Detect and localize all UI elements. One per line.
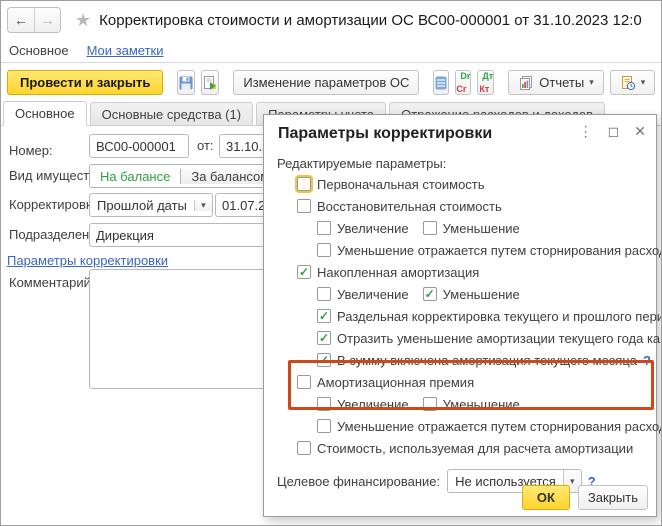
forward-button[interactable]: → [34,8,60,32]
chevron-down-icon[interactable]: ▾ [194,200,212,211]
replacement-storno-checkbox[interactable] [317,243,331,257]
correction-from-select[interactable]: Прошлой даты ▾ [89,193,213,217]
number-value: ВС00-000001 [96,139,176,154]
nav-main-label: Основное [9,43,69,58]
change-os-params-button[interactable]: Изменение параметров ОС [233,70,419,95]
help-link[interactable]: ? [643,353,651,368]
dialog-maximize-icon[interactable]: ◻ [608,124,620,138]
storno-current-year-checkbox[interactable] [317,331,331,345]
tab-osnovnoe[interactable]: Основное [3,101,87,126]
dialog-header: Параметры корректировки ⋮ ◻ ✕ [264,115,656,153]
dialog-menu-icon[interactable]: ⋮ [579,124,593,138]
register-icon [434,75,448,91]
number-label: Номер: [9,143,53,158]
title-bar: ← → ★ Корректировка стоимости и амортиза… [1,1,661,39]
bonus-decrease-label: Уменьшение [443,397,520,412]
replacement-increase-label: Увеличение [337,221,409,236]
current-month-included-checkbox[interactable] [317,353,331,367]
accumulated-depreciation-label: Накопленная амортизация [317,265,479,280]
correction-params-link[interactable]: Параметры корректировки [7,253,168,268]
target-financing-label: Целевое финансирование: [277,474,440,489]
save-button[interactable] [177,70,195,95]
dt-label: Дт [482,72,493,80]
number-input[interactable]: ВС00-000001 [89,134,189,158]
dialog-title: Параметры корректировки [278,125,492,143]
department-value: Дирекция [96,228,154,243]
correction-from-value: Прошлой даты [90,198,194,213]
bonus-storno-label: Уменьшение отражается путем сторнировани… [337,419,662,434]
comment-label: Комментарий: [9,275,95,290]
replacement-storno-label: Уменьшение отражается путем сторнировани… [337,243,662,258]
accumulated-depreciation-checkbox[interactable] [297,265,311,279]
depreciation-decrease-label: Уменьшение [443,287,520,302]
cr-label: Cr [456,85,466,93]
date-label: от: [197,138,214,153]
nav-notes-link[interactable]: Мои заметки [87,43,164,58]
separate-correction-label: Раздельная корректировка текущего и прош… [337,309,662,324]
replacement-decrease-label: Уменьшение [443,221,520,236]
toolbar: Провести и закрыть Изменение параметров … [1,64,661,101]
initial-cost-label: Первоначальная стоимость [317,177,485,192]
cost-for-depreciation-label: Стоимость, используемая для расчета амор… [317,441,633,456]
dialog-body: Первоначальная стоимость Восстановительн… [264,173,656,493]
reports-icon [518,75,534,90]
back-button[interactable]: ← [8,8,34,32]
depreciation-decrease-checkbox[interactable] [423,287,437,301]
file-clock-icon [620,75,636,91]
dtkt-entries-button[interactable]: Дт Кт [477,70,494,95]
register-records-button[interactable] [433,70,449,95]
on-balance-option[interactable]: На балансе [90,169,180,184]
replacement-cost-checkbox[interactable] [297,199,311,213]
storno-current-year-label: Отразить уменьшение амортизации текущего… [337,331,662,346]
depreciation-increase-label: Увеличение [337,287,409,302]
dialog-close-icon[interactable]: ✕ [634,124,646,138]
section-nav: Основное Мои заметки [1,39,661,63]
reports-button[interactable]: Отчеты ▾ [508,70,603,95]
tab-osnovnye-sredstva[interactable]: Основные средства (1) [90,102,254,125]
current-month-included-label: В сумму включена амортизация текущего ме… [337,353,637,368]
dr-label: Dr [460,72,470,80]
post-and-close-button[interactable]: Провести и закрыть [7,70,163,95]
replacement-cost-label: Восстановительная стоимость [317,199,502,214]
favorite-star-icon[interactable]: ★ [75,10,91,31]
chevron-down-icon: ▾ [589,77,594,88]
drcr-entries-button[interactable]: Dr Cr [455,70,471,95]
app-window: ← → ★ Корректировка стоимости и амортиза… [0,0,662,526]
kt-label: Кт [479,85,489,93]
bonus-decrease-checkbox[interactable] [423,397,437,411]
document-history-button[interactable]: ▾ [610,70,656,95]
correction-params-dialog: Параметры корректировки ⋮ ◻ ✕ Редактируе… [263,114,657,517]
depreciation-bonus-checkbox[interactable] [297,375,311,389]
replacement-increase-checkbox[interactable] [317,221,331,235]
separate-correction-checkbox[interactable] [317,309,331,323]
history-nav-group: ← → [7,7,61,33]
close-button[interactable]: Закрыть [578,485,648,510]
replacement-decrease-checkbox[interactable] [423,221,437,235]
editable-params-label: Редактируемые параметры: [264,153,656,173]
chevron-down-icon: ▾ [641,77,646,88]
depreciation-increase-checkbox[interactable] [317,287,331,301]
bonus-increase-label: Увеличение [337,397,409,412]
reports-label: Отчеты [539,75,584,90]
post-document-button[interactable] [201,70,219,95]
bonus-increase-checkbox[interactable] [317,397,331,411]
property-kind-toggle: На балансе За балансом [89,164,280,188]
page-title: Корректировка стоимости и амортизации ОС… [99,12,642,29]
initial-cost-checkbox[interactable] [297,177,311,191]
cost-for-depreciation-checkbox[interactable] [297,441,311,455]
save-icon [178,75,194,91]
post-document-icon [202,75,218,91]
bonus-storno-checkbox[interactable] [317,419,331,433]
depreciation-bonus-label: Амортизационная премия [317,375,474,390]
ok-button[interactable]: ОК [522,485,570,510]
